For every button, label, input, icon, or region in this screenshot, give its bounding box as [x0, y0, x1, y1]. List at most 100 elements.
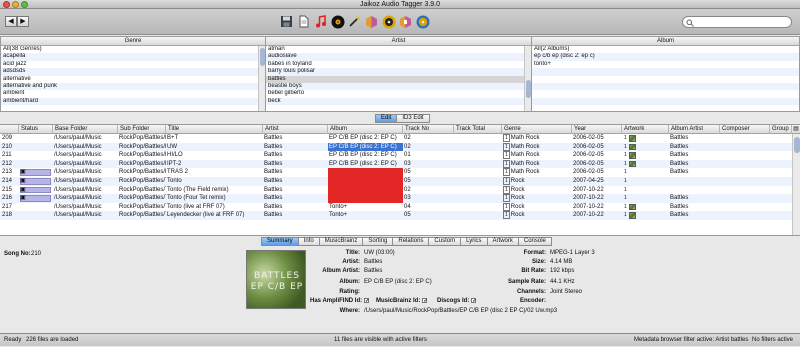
cell-genre[interactable]: 1 Math Rock: [502, 159, 572, 169]
album-header[interactable]: Album: [532, 37, 799, 46]
cell-track[interactable]: 02: [403, 143, 453, 152]
cell-album[interactable]: Tonto+: [328, 203, 403, 212]
cell-track[interactable]: 03: [403, 194, 453, 203]
discogs-checkbox[interactable]: ✓: [471, 298, 477, 304]
artist-item-selected[interactable]: battles: [266, 75, 531, 83]
cell-artist[interactable]: Battles: [263, 203, 327, 212]
genre-item[interactable]: ambient/hard: [1, 97, 265, 106]
cell-year[interactable]: 2007-10-22: [572, 203, 622, 212]
table-row[interactable]: 218/Users/paul/Music RockPop/Battles/T Ley…: [0, 211, 792, 220]
cell-track[interactable]: 05: [403, 168, 453, 177]
cell-sub[interactable]: RockPop/Battles/E: [118, 134, 166, 143]
cell-num[interactable]: 210: [1, 143, 19, 152]
cell-artist[interactable]: Battles: [263, 194, 327, 203]
cell-num[interactable]: 218: [1, 211, 19, 220]
cell-sub[interactable]: RockPop/Battles/E: [118, 168, 166, 177]
cell-year[interactable]: 2006-02-05: [572, 134, 622, 143]
genre-item[interactable]: alternative and punk: [1, 82, 265, 91]
document-icon[interactable]: [296, 14, 311, 29]
cell-sub[interactable]: RockPop/Battles/T: [118, 203, 166, 212]
column-artwork[interactable]: Artwork: [622, 125, 669, 134]
cell-albumartist[interactable]: Battles: [669, 194, 719, 203]
cell-sub[interactable]: RockPop/Battles/T: [118, 211, 166, 220]
cd-disc-icon[interactable]: [415, 14, 430, 29]
cell-genre[interactable]: 1 Math Rock: [502, 134, 572, 143]
cell-base[interactable]: /Users/paul/Music: [53, 134, 117, 143]
cell-base[interactable]: /Users/paul/Music: [53, 151, 117, 160]
table-row[interactable]: 216/Users/paul/Music RockPop/Battles/T Ton…: [0, 194, 792, 203]
column-track-total[interactable]: Track Total: [454, 125, 502, 134]
genre-item[interactable]: adsdsds: [1, 68, 265, 76]
zoom-window-button[interactable]: [21, 1, 28, 8]
cell-sub[interactable]: RockPop/Battles/T: [118, 186, 166, 195]
cell-album[interactable]: EP C/B EP (disc 2: EP C): [328, 160, 403, 169]
artist-item[interactable]: atman: [266, 46, 531, 53]
artist-item[interactable]: bebel gilberto: [266, 90, 531, 97]
discogs-icon[interactable]: [398, 14, 413, 29]
artist-header[interactable]: Artist: [266, 37, 531, 46]
cell-title[interactable]: Tonto (Four Tet remix): [166, 194, 263, 203]
forward-button[interactable]: ▶: [17, 16, 29, 27]
cell-track[interactable]: 01: [403, 151, 453, 160]
cell-albumartist[interactable]: Battles: [669, 143, 719, 152]
artist-item[interactable]: beastie boys: [266, 82, 531, 91]
cell-base[interactable]: /Users/paul/Music: [53, 186, 117, 195]
table-row[interactable]: 210/Users/paul/Music RockPop/Battles/E UW B…: [0, 142, 792, 152]
table-row[interactable]: 209/Users/paul/Music RockPop/Battles/E B+T…: [0, 134, 792, 143]
cell-albumartist[interactable]: Battles: [669, 168, 719, 177]
cell-base[interactable]: /Users/paul/Music: [53, 168, 117, 177]
cell-genre[interactable]: 1 Rock: [502, 202, 572, 212]
cell-genre[interactable]: 1 Math Rock: [502, 142, 572, 152]
table-row[interactable]: 215/Users/paul/Music RockPop/Battles/T Ton…: [0, 185, 792, 195]
cell-albumartist[interactable]: Battles: [669, 211, 719, 220]
cell-year[interactable]: 2007-10-22: [572, 211, 622, 220]
tab-id3-edit[interactable]: ID3 Edit: [396, 114, 430, 123]
album-item[interactable]: tonto+: [532, 61, 799, 68]
table-row[interactable]: 211/Users/paul/Music RockPop/Battles/E HI/…: [0, 151, 792, 160]
cell-track[interactable]: 02: [403, 186, 453, 195]
cell-title[interactable]: HI/LO: [166, 151, 263, 160]
cell-album[interactable]: EP C/B EP (disc 2: EP C): [328, 142, 403, 152]
table-row[interactable]: 217/Users/paul/Music RockPop/Battles/T Ton…: [0, 202, 792, 212]
cell-genre[interactable]: 1 Math Rock: [502, 168, 572, 177]
artist-item[interactable]: beck: [266, 97, 531, 106]
cell-album[interactable]: [328, 168, 403, 177]
tab-relations[interactable]: Relations: [392, 237, 430, 246]
tab-console[interactable]: Console: [517, 237, 552, 246]
vinyl-record-icon[interactable]: [330, 14, 345, 29]
artist-item[interactable]: audioslave: [266, 53, 531, 61]
cell-num[interactable]: 217: [1, 203, 19, 212]
cell-base[interactable]: /Users/paul/Music: [53, 211, 117, 220]
cell-sub[interactable]: RockPop/Battles/E: [118, 160, 166, 169]
amplifind-checkbox[interactable]: ✓: [364, 298, 369, 304]
column-base-folder[interactable]: Base Folder: [53, 125, 118, 134]
cell-year[interactable]: 2006-02-05: [572, 143, 622, 152]
genre-scrollbar[interactable]: [258, 46, 265, 111]
cell-track[interactable]: 04: [403, 203, 453, 212]
cell-genre[interactable]: 1 Rock: [502, 177, 572, 186]
cell-artist[interactable]: Battles: [263, 143, 327, 152]
cell-year[interactable]: 2007-10-22: [572, 194, 622, 203]
cell-artist[interactable]: Battles: [263, 134, 327, 143]
cell-genre[interactable]: 1 Rock: [502, 211, 572, 220]
cell-albumartist[interactable]: [669, 186, 719, 195]
cell-artist[interactable]: Battles: [263, 177, 327, 186]
cell-sub[interactable]: RockPop/Battles/E: [118, 143, 166, 152]
artwork-thumbnail[interactable]: [629, 143, 636, 151]
cell-num[interactable]: 213: [1, 168, 19, 177]
tab-artwork[interactable]: Artwork: [486, 237, 519, 246]
table-scrollbar[interactable]: [792, 134, 800, 235]
cell-sub[interactable]: RockPop/Battles/E: [118, 151, 166, 160]
close-window-button[interactable]: [3, 1, 10, 8]
cell-title[interactable]: TRAS 2: [166, 168, 263, 177]
cell-genre[interactable]: 1 Rock: [502, 185, 572, 195]
column-sub-folder[interactable]: Sub Folder: [118, 125, 166, 134]
cell-base[interactable]: /Users/paul/Music: [53, 203, 117, 212]
cell-num[interactable]: 214: [1, 177, 19, 186]
cell-year[interactable]: 2006-02-05: [572, 160, 622, 169]
genre-item[interactable]: acapella: [1, 53, 265, 61]
column-composer[interactable]: Composer: [720, 125, 770, 134]
cd-icon[interactable]: [381, 14, 396, 29]
column-year[interactable]: Year: [572, 125, 622, 134]
artist-item[interactable]: barry louis polisar: [266, 68, 531, 76]
